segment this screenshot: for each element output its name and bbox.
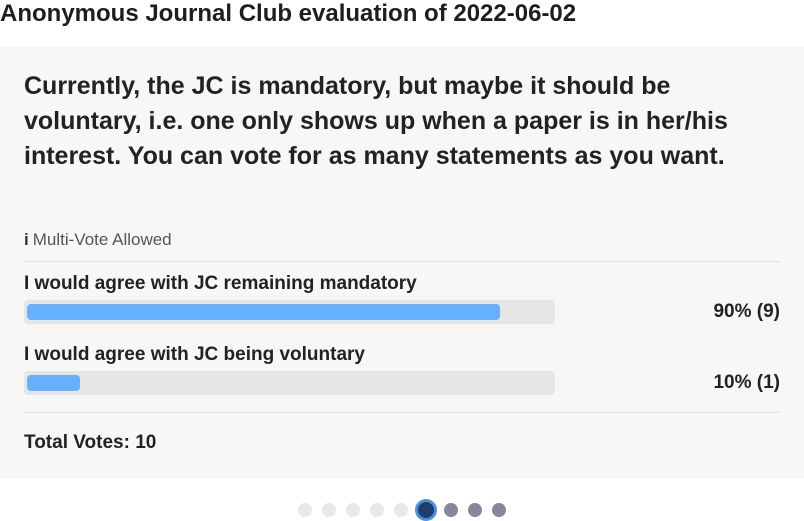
total-votes: Total Votes: 10 — [24, 432, 157, 453]
result-bar-track — [24, 371, 555, 395]
option-result: 90% (9) — [713, 301, 780, 322]
pager-dot[interactable] — [394, 503, 408, 517]
result-bar-track — [24, 300, 555, 324]
divider — [24, 261, 780, 262]
option-result: 10% (1) — [713, 372, 780, 393]
info-icon: i — [24, 230, 29, 249]
divider — [24, 412, 780, 413]
poll-option-voluntary[interactable]: I would agree with JC being voluntary 10… — [24, 343, 780, 399]
multi-vote-label: Multi-Vote Allowed — [32, 230, 172, 249]
pager-dot[interactable] — [370, 503, 384, 517]
multi-vote-note: i Multi-Vote Allowed — [24, 230, 172, 250]
pager-dot[interactable] — [492, 503, 506, 517]
result-bar-fill — [27, 375, 80, 391]
pager-dot[interactable] — [444, 503, 458, 517]
poll-option-mandatory[interactable]: I would agree with JC remaining mandator… — [24, 272, 780, 328]
option-label: I would agree with JC remaining mandator… — [24, 273, 417, 294]
pager-dot[interactable] — [298, 503, 312, 517]
page-title: Anonymous Journal Club evaluation of 202… — [0, 0, 577, 27]
pager-dot[interactable] — [468, 503, 482, 517]
option-label: I would agree with JC being voluntary — [24, 344, 365, 365]
poll-card: Currently, the JC is mandatory, but mayb… — [0, 47, 804, 479]
poll-question: Currently, the JC is mandatory, but mayb… — [24, 72, 728, 170]
result-bar-fill — [27, 304, 500, 320]
carousel-pager — [298, 502, 516, 518]
pager-dot[interactable] — [346, 503, 360, 517]
pager-dot-current[interactable] — [418, 502, 434, 518]
pager-dot[interactable] — [322, 503, 336, 517]
